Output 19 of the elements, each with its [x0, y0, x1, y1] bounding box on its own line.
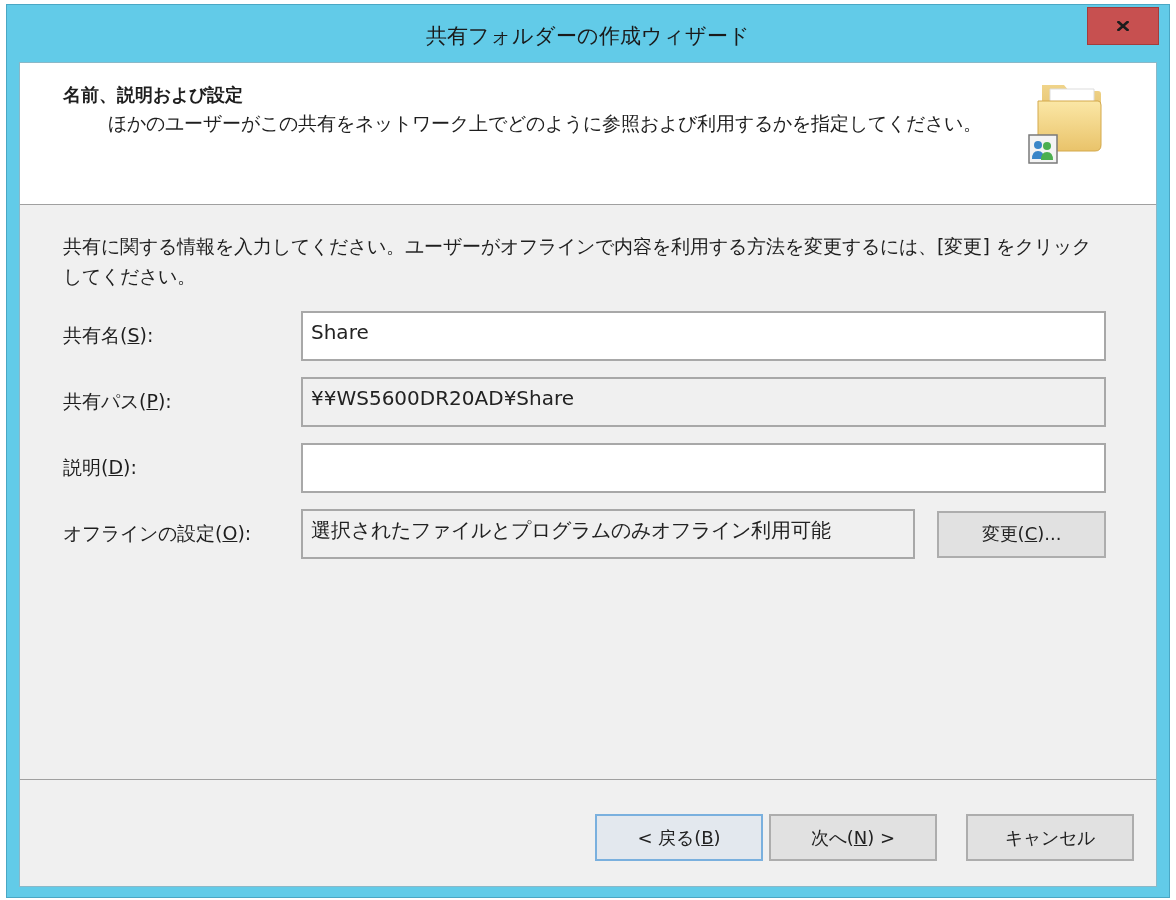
window-title: 共有フォルダーの作成ウィザード: [426, 22, 750, 50]
wizard-button[interactable]: キャンセル: [966, 814, 1134, 861]
wizard-button[interactable]: < 戻る(B): [595, 814, 763, 861]
field-label: 共有パス(P):: [63, 389, 173, 414]
text-field[interactable]: ¥¥WS5600DR20AD¥Share: [301, 377, 1106, 427]
wizard-button[interactable]: 次へ(N) >: [769, 814, 937, 861]
text-field[interactable]: 選択されたファイルとプログラムのみオフライン利用可能: [301, 509, 915, 559]
page-subtitle: ほかのユーザーがこの共有をネットワーク上でどのように参照および利用するかを指定してください。: [107, 111, 982, 136]
field-label: 説明(D):: [63, 455, 138, 480]
text-field[interactable]: Share: [301, 311, 1106, 361]
instructions-text: 共有に関する情報を入力してください。ユーザーがオフラインで内容を利用する方法を変更するには、[変更] をクリックしてください。: [63, 234, 1092, 289]
field-label: 共有名(S):: [63, 323, 155, 348]
page-heading: 名前、説明および設定: [63, 83, 244, 107]
field-label: オフラインの設定(O):: [63, 521, 253, 546]
close-button[interactable]: [1087, 7, 1159, 45]
close-icon: [1117, 21, 1129, 31]
shared-folder-icon: [1028, 83, 1102, 165]
text-field[interactable]: [301, 443, 1106, 493]
change-button[interactable]: 変更(C)...: [937, 510, 1106, 558]
